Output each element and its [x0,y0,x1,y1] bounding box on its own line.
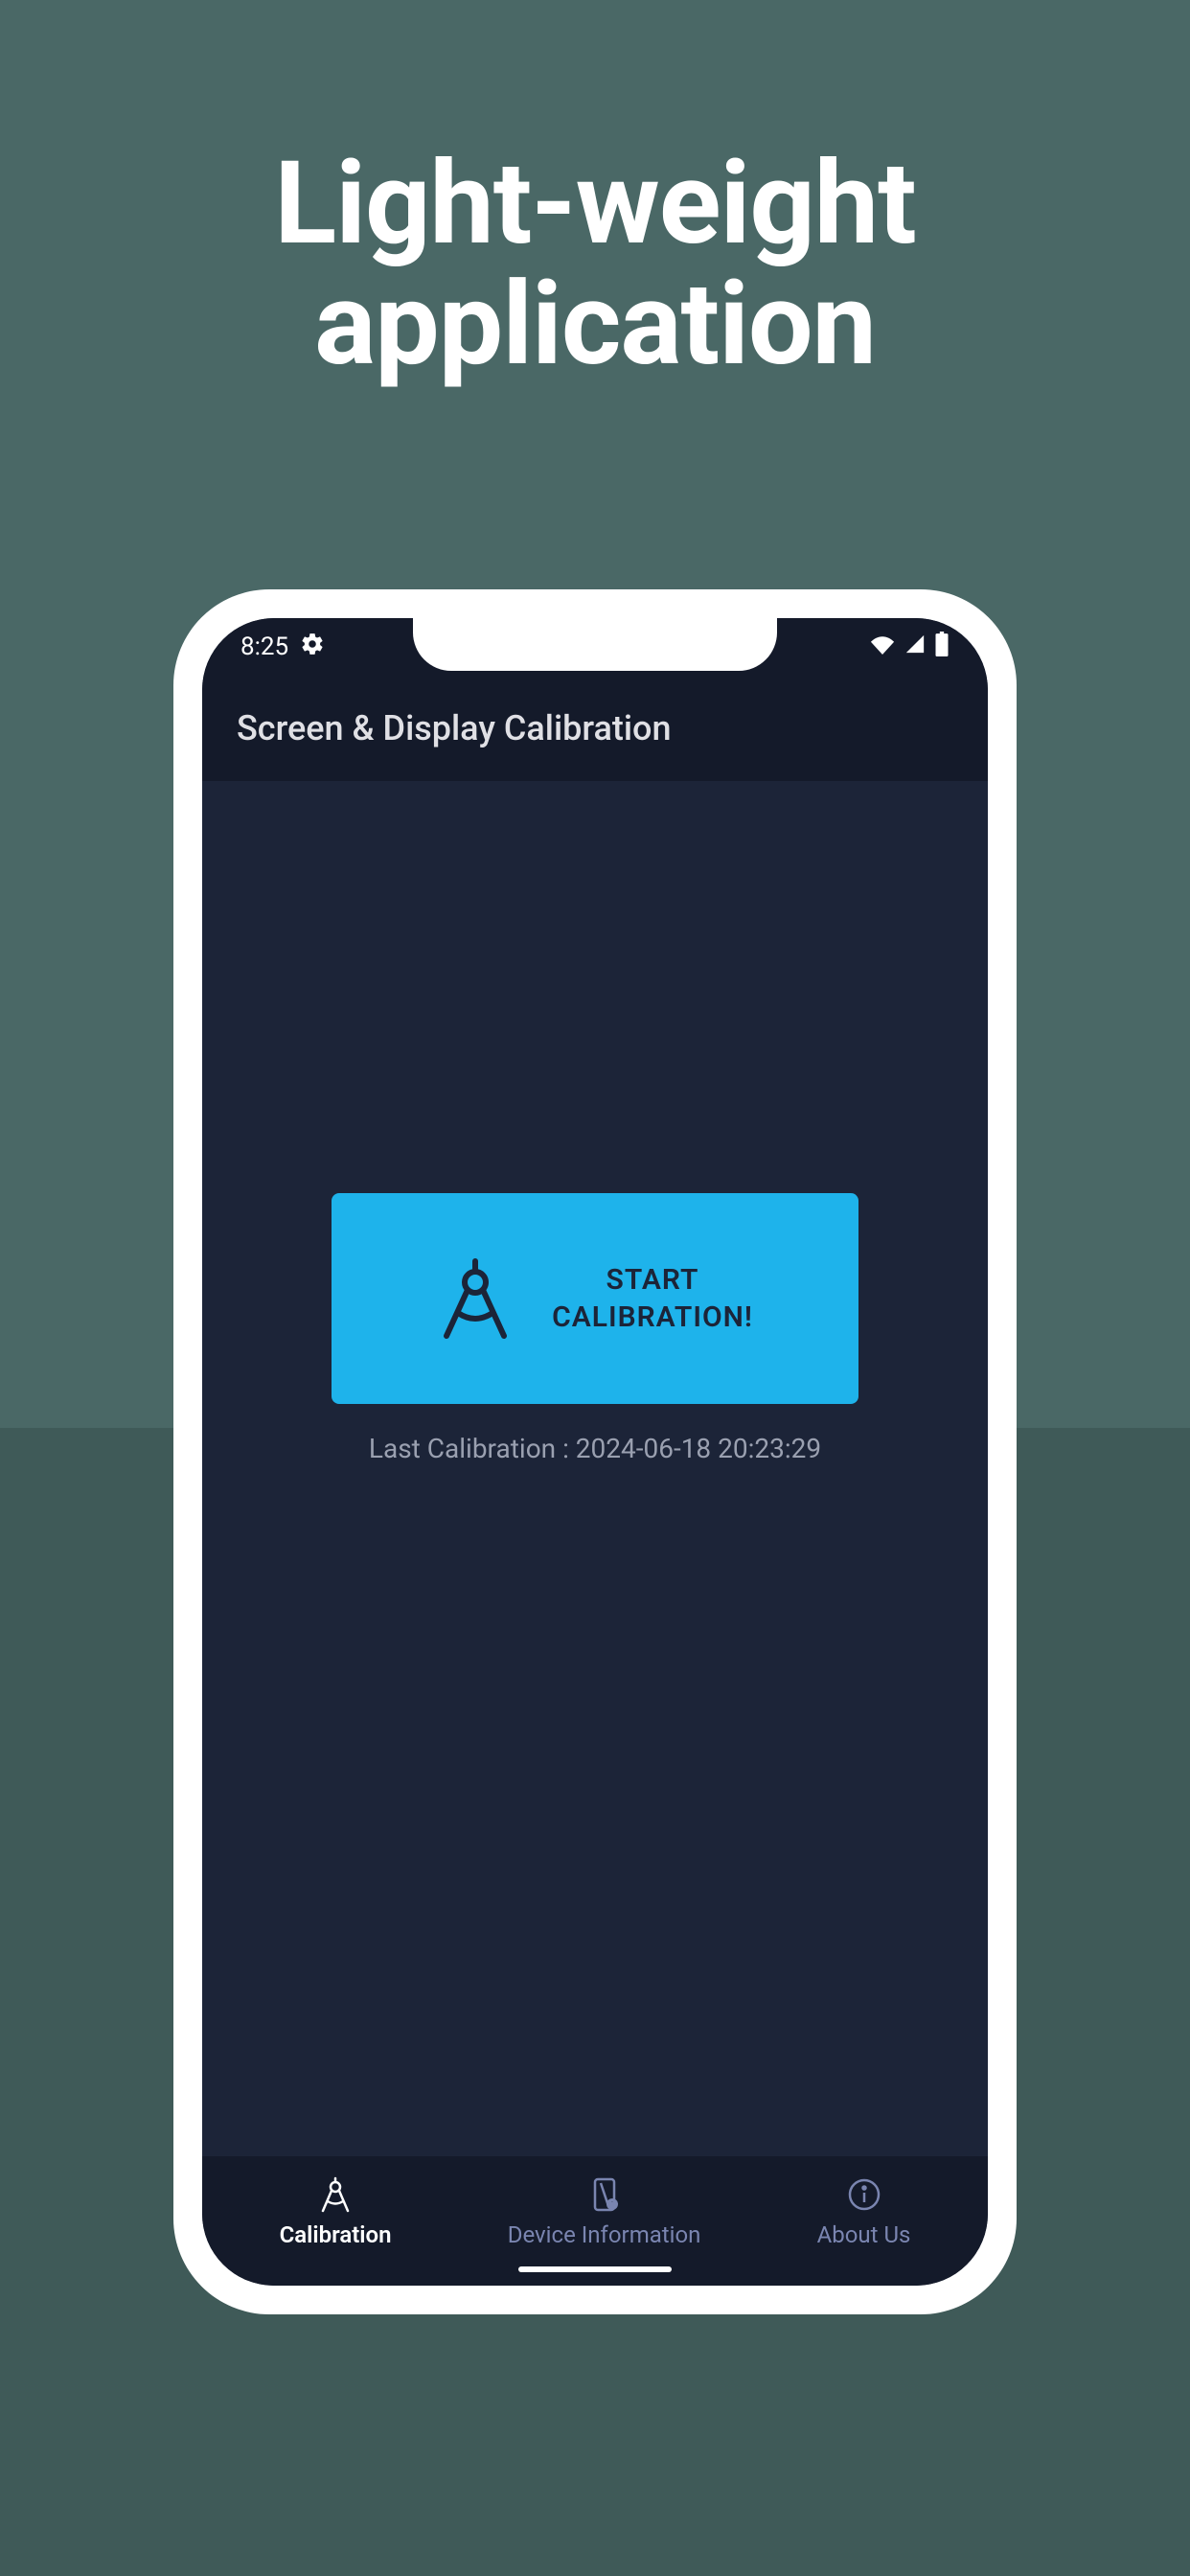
compass-icon [437,1255,514,1342]
phone-screen: 8:25 [202,618,988,2286]
headline-line2: application [0,264,1190,385]
button-label: START CALIBRATION! [552,1261,753,1336]
gear-icon [300,632,325,663]
button-label-line1: START [552,1261,753,1299]
app-title: Screen & Display Calibration [237,708,672,748]
status-bar-left: 8:25 [240,632,325,663]
status-bar-right [869,632,950,663]
main-content: START CALIBRATION! Last Calibration : 20… [202,781,988,2156]
nav-item-device-information[interactable]: i Device Information [508,2175,701,2248]
signal-icon [904,632,927,661]
nav-label: Device Information [508,2221,701,2248]
device-info-icon: i [585,2175,624,2214]
wifi-icon [869,632,896,661]
app-header: Screen & Display Calibration [202,676,988,781]
nav-item-about-us[interactable]: About Us [817,2175,911,2248]
phone-notch [413,618,777,671]
headline-line1: Light-weight [0,144,1190,264]
phone-frame: 8:25 [173,589,1017,2314]
nav-label: Calibration [280,2221,392,2248]
promo-headline: Light-weight application [0,144,1190,385]
compass-icon [316,2175,355,2214]
nav-label: About Us [817,2221,911,2248]
status-time: 8:25 [240,632,288,661]
home-indicator[interactable] [518,2266,672,2272]
battery-icon [934,632,950,663]
button-label-line2: CALIBRATION! [552,1299,753,1336]
last-calibration-text: Last Calibration : 2024-06-18 20:23:29 [202,1433,988,1464]
start-calibration-button[interactable]: START CALIBRATION! [332,1193,858,1404]
svg-text:i: i [610,2201,612,2211]
nav-item-calibration[interactable]: Calibration [280,2175,392,2248]
info-icon [845,2175,883,2214]
